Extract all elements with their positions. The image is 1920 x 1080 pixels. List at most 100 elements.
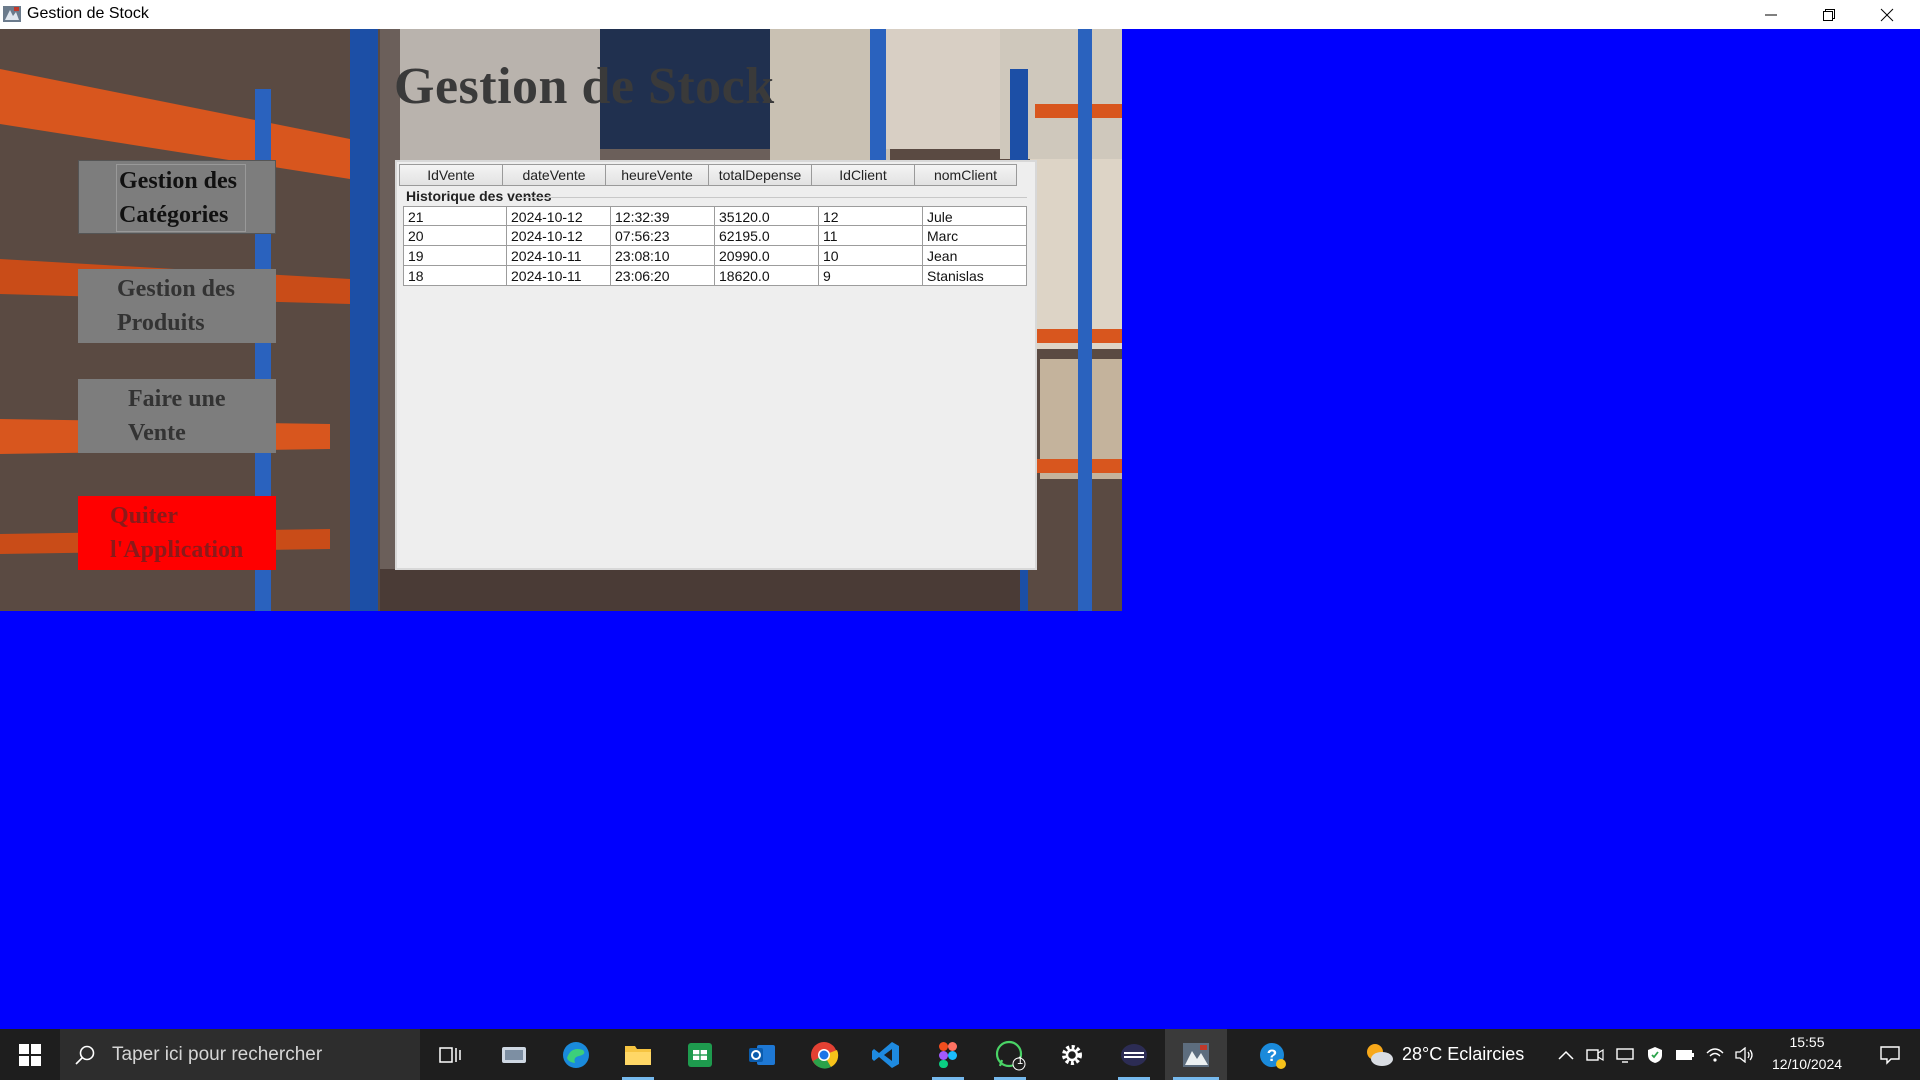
clock-date: 12/10/2024 <box>1771 1056 1843 1072</box>
table-cell[interactable]: 9 <box>819 266 923 286</box>
table-cell[interactable]: 20990.0 <box>715 246 819 266</box>
table-cell[interactable]: 21 <box>403 206 507 226</box>
taskbar-app-figma[interactable] <box>926 1029 970 1080</box>
column-header-idvente[interactable]: IdVente <box>399 164 502 186</box>
table-cell[interactable]: 11 <box>819 226 923 246</box>
stock-app-icon <box>1183 1042 1209 1067</box>
table-cell[interactable]: 19 <box>403 246 507 266</box>
tray-wifi[interactable] <box>1702 1029 1728 1080</box>
taskbar-app-explorer-mini[interactable] <box>492 1029 536 1080</box>
tray-network-share[interactable] <box>1612 1029 1638 1080</box>
window-title: Gestion de Stock <box>27 5 149 22</box>
taskbar-search-box[interactable]: Taper ici pour rechercher <box>60 1029 420 1080</box>
main-content: Gestion de Stock Gestion des Catégories … <box>0 29 1920 1029</box>
taskbar-app-chrome[interactable] <box>802 1029 846 1080</box>
windows-start-icon <box>19 1043 41 1066</box>
table-cell[interactable]: 10 <box>819 246 923 266</box>
table-cell[interactable]: 18620.0 <box>715 266 819 286</box>
taskbar-app-edge[interactable] <box>554 1029 598 1080</box>
camera-icon <box>1586 1048 1604 1061</box>
column-header-idclient[interactable]: IdClient <box>811 164 914 186</box>
section-divider <box>517 197 1027 198</box>
battery-icon <box>1676 1049 1694 1060</box>
notification-center-button[interactable] <box>1864 1029 1916 1080</box>
table-cell[interactable]: 2024-10-11 <box>507 266 611 286</box>
search-icon <box>75 1045 95 1065</box>
quit-application-button[interactable]: Quiter l'Application <box>78 496 276 570</box>
table-cell[interactable]: 2024-10-12 <box>507 206 611 226</box>
table-cell[interactable]: 20 <box>403 226 507 246</box>
table-section-label: Historique des ventes <box>406 188 552 204</box>
taskbar-app-stock[interactable] <box>1165 1029 1227 1080</box>
shield-icon <box>1648 1046 1662 1063</box>
table-cell[interactable]: 12:32:39 <box>611 206 715 226</box>
table-cell[interactable]: 18 <box>403 266 507 286</box>
table-row[interactable]: 19 2024-10-11 23:08:10 20990.0 10 Jean <box>403 246 1027 266</box>
table-cell[interactable]: Jule <box>923 206 1027 226</box>
taskbar-app-help[interactable]: ? <box>1250 1029 1294 1080</box>
figma-icon <box>939 1041 957 1068</box>
table-cell[interactable]: 62195.0 <box>715 226 819 246</box>
column-header-totaldepense[interactable]: totalDepense <box>708 164 811 186</box>
manage-products-button[interactable]: Gestion des Produits <box>78 269 276 343</box>
restore-icon <box>1823 8 1835 21</box>
taskbar-app-settings[interactable] <box>1050 1029 1094 1080</box>
close-button[interactable] <box>1858 0 1916 29</box>
chevron-up-icon <box>1558 1050 1574 1060</box>
table-cell[interactable]: 2024-10-11 <box>507 246 611 266</box>
table-cell[interactable]: Jean <box>923 246 1027 266</box>
table-cell[interactable]: 35120.0 <box>715 206 819 226</box>
column-header-datevente[interactable]: dateVente <box>502 164 605 186</box>
taskbar-app-java[interactable] <box>1112 1029 1156 1080</box>
taskbar-app-vscode[interactable] <box>864 1029 908 1080</box>
make-sale-button[interactable]: Faire une Vente <box>78 379 276 453</box>
close-icon <box>1880 8 1894 21</box>
button-label-line1: Quiter <box>110 503 178 529</box>
tray-security[interactable] <box>1642 1029 1668 1080</box>
notification-badge: 1 <box>1017 1055 1024 1067</box>
table-cell[interactable]: 23:06:20 <box>611 266 715 286</box>
app-icon <box>3 6 21 22</box>
restore-button[interactable] <box>1800 0 1858 29</box>
system-clock[interactable]: 15:55 12/10/2024 <box>1754 1031 1860 1075</box>
folder-icon <box>625 1045 651 1065</box>
task-view-button[interactable] <box>430 1029 470 1080</box>
table-row[interactable]: 18 2024-10-11 23:06:20 18620.0 9 Stanisl… <box>403 266 1027 286</box>
button-label-line2: Catégories <box>119 202 229 228</box>
manage-categories-button[interactable]: Gestion des Catégories <box>78 160 276 234</box>
table-cell[interactable]: 2024-10-12 <box>507 226 611 246</box>
table-row[interactable]: 21 2024-10-12 12:32:39 35120.0 12 Jule <box>403 206 1027 226</box>
partly-sunny-icon <box>1367 1043 1393 1066</box>
tray-meet-now[interactable] <box>1582 1029 1608 1080</box>
minimize-icon <box>1765 14 1777 15</box>
button-label-line2: Produits <box>117 310 205 336</box>
button-label-line2: l'Application <box>110 537 244 563</box>
table-cell[interactable]: Stanislas <box>923 266 1027 286</box>
taskbar-app-whatsapp[interactable]: 1 <box>988 1029 1032 1080</box>
table-header: IdVente dateVente heureVente totalDepens… <box>399 164 1017 186</box>
weather-widget[interactable]: 28°C Eclaircies <box>1362 1029 1532 1080</box>
column-header-nomclient[interactable]: nomClient <box>914 164 1017 186</box>
task-view-icon <box>439 1046 461 1063</box>
tray-battery[interactable] <box>1672 1029 1698 1080</box>
sales-history-table: IdVente dateVente heureVente totalDepens… <box>395 160 1037 570</box>
search-placeholder: Taper ici pour rechercher <box>112 1043 323 1065</box>
button-label-line1: Faire une <box>128 386 226 412</box>
page-title: Gestion de Stock <box>394 58 775 115</box>
show-hidden-icons-button[interactable] <box>1552 1029 1580 1080</box>
monitor-icon <box>1616 1047 1634 1063</box>
taskbar-app-outlook[interactable] <box>740 1029 784 1080</box>
table-cell[interactable]: Marc <box>923 226 1027 246</box>
table-cell[interactable]: 23:08:10 <box>611 246 715 266</box>
settings-icon <box>1062 1044 1082 1065</box>
table-row[interactable]: 20 2024-10-12 07:56:23 62195.0 11 Marc <box>403 226 1027 246</box>
table-cell[interactable]: 12 <box>819 206 923 226</box>
taskbar-app-sheets[interactable] <box>678 1029 722 1080</box>
table-cell[interactable]: 07:56:23 <box>611 226 715 246</box>
taskbar-app-file-explorer[interactable] <box>616 1029 660 1080</box>
start-button[interactable] <box>0 1029 60 1080</box>
sheets-icon <box>688 1042 712 1067</box>
minimize-button[interactable] <box>1742 0 1800 29</box>
column-header-heurevente[interactable]: heureVente <box>605 164 708 186</box>
button-label-line1: Gestion des <box>119 168 238 194</box>
